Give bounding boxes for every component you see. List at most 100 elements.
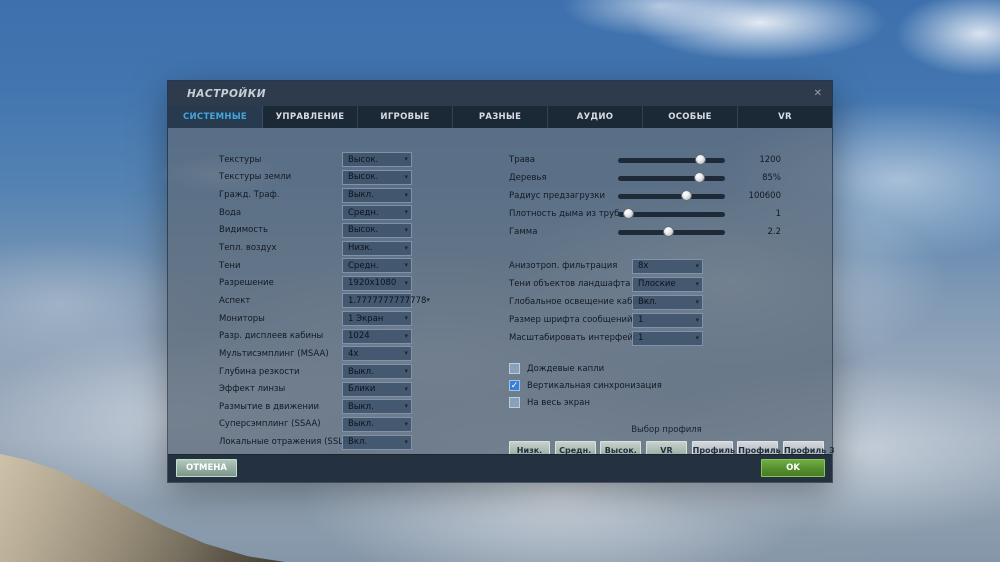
chevron-down-icon: ▾ [404,243,408,252]
fullscreen-checkbox[interactable] [509,397,520,408]
setting-label: Глобальное освещение кабины [509,297,651,307]
tab-audio[interactable]: АУДИО [548,106,643,128]
slider-label: Радиус предзагрузки [509,191,605,201]
dropdown-value: 1.7777777777778 [348,295,427,306]
setting-label: Гражд. Траф. [219,190,280,201]
close-icon[interactable]: ✕ [814,88,822,99]
depth-of-field-dropdown[interactable]: Выкл. ▾ [342,364,412,379]
motion-blur-dropdown[interactable]: Выкл. ▾ [342,399,412,415]
trees-slider[interactable] [618,171,725,183]
slider-label: Трава [509,155,536,165]
cockpit-illumination-dropdown[interactable]: Вкл. ▾ [632,294,703,310]
sslr-dropdown[interactable]: Вкл. ▾ [342,434,412,450]
msaa-dropdown[interactable]: 4x ▾ [342,346,412,362]
setting-row-textures: Текстуры Высок. ▾ [219,151,412,169]
chevron-down-icon: ▾ [404,331,408,340]
cancel-button[interactable]: ОТМЕНА [176,459,237,477]
terrain-object-shadows-dropdown[interactable]: Плоские ▾ [632,276,703,292]
chevron-down-icon: ▾ [404,402,408,411]
setting-label: Анизотроп. фильтрация [509,261,618,271]
tab-controls[interactable]: УПРАВЛЕНИЕ [263,106,358,128]
ui-scale-dropdown[interactable]: 1 ▾ [632,330,703,346]
tab-gameplay[interactable]: ИГРОВЫЕ [358,106,453,128]
setting-row-shadows: Тени Средн. ▾ [219,257,412,275]
ok-button[interactable]: OK [761,459,825,477]
chevron-down-icon: ▾ [695,297,699,306]
preload-radius-slider[interactable] [618,189,725,201]
shadows-dropdown[interactable]: Средн. ▾ [342,258,412,274]
setting-row-anisotropic: Анизотроп. фильтрация 8x ▾ [509,257,781,275]
dropdown-value: Выкл. [348,366,374,377]
grass-slider[interactable] [618,153,725,165]
dropdown-value: Средн. [348,260,379,271]
vsync-checkbox[interactable]: ✓ [509,380,520,391]
slider-value: 2.2 [767,227,781,237]
chevron-down-icon: ▾ [404,155,408,164]
smoke-density-slider[interactable] [618,207,725,219]
chevron-down-icon: ▾ [404,225,408,234]
chevron-down-icon: ▾ [404,367,408,375]
terrain-textures-dropdown[interactable]: Высок. ▾ [342,169,412,185]
chevron-down-icon: ▾ [404,172,408,181]
monitors-dropdown[interactable]: 1 Экран ▾ [342,311,412,327]
dropdown-value: Низк. [348,243,373,254]
rain-drops-checkbox[interactable] [509,363,520,374]
chevron-down-icon: ▾ [404,208,408,217]
chevron-down-icon: ▾ [695,279,699,288]
dropdown-value: Высок. [348,172,379,183]
heat-blur-dropdown[interactable]: Низк. ▾ [342,240,412,256]
dropdown-value: 1 [638,333,644,343]
dropdown-value: Высок. [348,225,379,236]
slider-handle[interactable] [622,207,634,219]
checkbox-label: Дождевые капли [527,363,605,374]
setting-row-cockpit-display-res: Разр. дисплеев кабины 1024 ▾ [219,327,412,345]
slider-row-smoke-density: Плотность дыма из труб 1 [509,205,781,223]
setting-row-aspect: Аспект 1.7777777777778 ▾ [219,292,430,310]
slider-label: Гамма [509,227,538,237]
slider-handle[interactable] [663,225,675,237]
slider-row-preload-radius: Радиус предзагрузки 100600 [509,187,781,205]
tab-special[interactable]: ОСОБЫЕ [643,106,738,128]
chevron-down-icon: ▾ [404,261,408,270]
chevron-down-icon: ▾ [404,384,408,393]
water-dropdown[interactable]: Средн. ▾ [342,205,412,221]
setting-label: Текстуры земли [219,172,292,183]
slider-handle[interactable] [695,153,707,165]
setting-label: Вода [219,207,242,218]
profile-select-title: Выбор профиля [631,425,702,435]
setting-label: Мультисэмплинг (MSAA) [219,348,329,359]
slider-handle[interactable] [681,189,693,201]
setting-label: Тени [219,260,241,271]
message-font-size-dropdown[interactable]: 1 ▾ [632,312,703,328]
anisotropic-dropdown[interactable]: 8x ▾ [632,258,703,274]
slider-handle[interactable] [694,171,706,183]
gamma-slider[interactable] [618,225,725,237]
setting-label: Локальные отражения (SSLR) [219,437,353,448]
textures-dropdown[interactable]: Высок. ▾ [342,152,412,168]
tab-misc[interactable]: РАЗНЫЕ [453,106,548,128]
civ-traffic-dropdown[interactable]: Выкл. ▾ [342,187,412,203]
dropdown-value: 4x [348,348,359,359]
chevron-down-icon: ▾ [426,296,430,305]
setting-row-msaa: Мультисэмплинг (MSAA) 4x ▾ [219,345,412,363]
visibility-dropdown[interactable]: Высок. ▾ [342,222,412,238]
settings-content: Текстуры Высок. ▾ Текстуры земли Высок. ▾ … [168,128,835,471]
setting-row-resolution: Разрешение 1920x1080 ▾ [219,274,412,292]
chevron-down-icon: ▾ [404,437,408,446]
dialog-title: НАСТРОЙКИ [187,87,267,100]
aspect-dropdown[interactable]: 1.7777777777778 ▾ [342,293,430,309]
slider-label: Плотность дыма из труб [509,209,620,219]
ssaa-dropdown[interactable]: Выкл. ▾ [342,416,412,432]
tab-bar: СИСТЕМНЫЕ УПРАВЛЕНИЕ ИГРОВЫЕ РАЗНЫЕ АУДИ… [168,106,832,128]
setting-label: Масштабировать интерфейс [509,333,638,343]
setting-row-heat-blur: Тепл. воздух Низк. ▾ [219,239,412,257]
cockpit-display-res-dropdown[interactable]: 1024 ▾ [342,328,412,344]
resolution-dropdown[interactable]: 1920x1080 ▾ [342,275,412,291]
slider-row-trees: Деревья 85% [509,169,781,187]
tab-system[interactable]: СИСТЕМНЫЕ [168,106,263,128]
setting-row-terrain-textures: Текстуры земли Высок. ▾ [219,169,412,187]
tab-vr[interactable]: VR [738,106,832,128]
dropdown-value: 8x [638,261,649,271]
lens-effect-dropdown[interactable]: Блики ▾ [342,381,412,397]
setting-row-sslr: Локальные отражения (SSLR) Вкл. ▾ [219,433,412,451]
